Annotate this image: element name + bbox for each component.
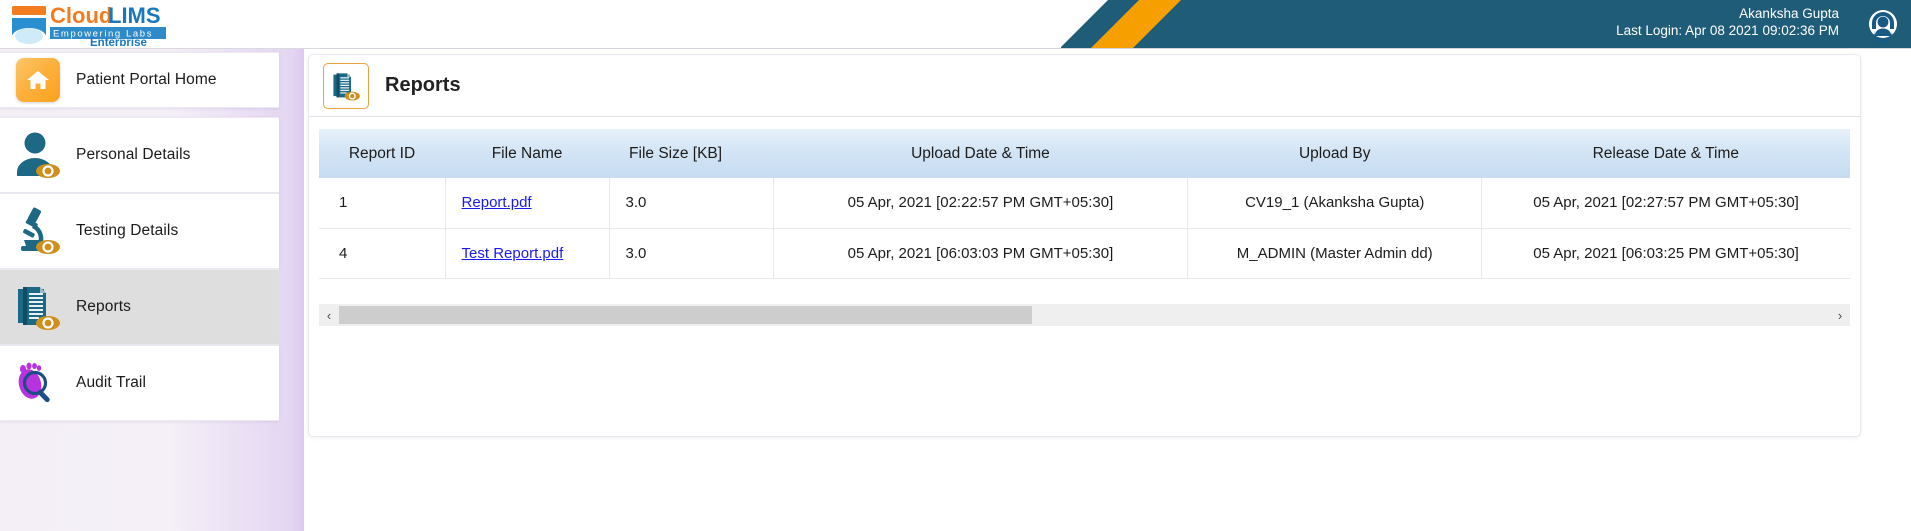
sidebar-item-label: Patient Portal Home (76, 71, 217, 88)
svg-text:Cloud: Cloud (50, 3, 112, 28)
sidebar-item-personal-details[interactable]: Personal Details (0, 117, 279, 193)
sidebar: Patient Portal Home Personal Details Tes… (0, 49, 304, 531)
scrollbar-track[interactable] (339, 304, 1830, 326)
documents-view-icon (0, 280, 76, 334)
microscope-view-icon (0, 204, 76, 258)
file-download-link[interactable]: Test Report.pdf (462, 245, 564, 262)
footprint-magnifier-icon (0, 356, 76, 410)
table-header-row: Report ID File Name File Size [KB] Uploa… (319, 129, 1850, 178)
reports-panel: Reports Report ID File Name File Size [K… (308, 54, 1861, 437)
col-report-id[interactable]: Report ID (319, 129, 446, 178)
sidebar-item-audit-trail[interactable]: Audit Trail (0, 345, 279, 421)
sidebar-item-reports[interactable]: Reports (0, 269, 279, 345)
col-release-datetime[interactable]: Release Date & Time (1481, 129, 1850, 178)
scroll-right-arrow[interactable]: › (1830, 304, 1850, 326)
page-body: Patient Portal Home Personal Details Tes… (0, 49, 1911, 531)
user-name: Akanksha Gupta (1739, 6, 1839, 21)
headset-icon[interactable] (1863, 4, 1903, 44)
svg-text:LIMS: LIMS (108, 3, 161, 28)
reports-table: Report ID File Name File Size [KB] Uploa… (319, 129, 1850, 279)
top-header-bar: Cloud LIMS Empowering Labs Enterprise Ak… (0, 0, 1911, 49)
file-download-link[interactable]: Report.pdf (462, 194, 532, 211)
col-file-name[interactable]: File Name (445, 129, 610, 178)
cell-report-id: 4 (319, 228, 446, 279)
scroll-left-arrow[interactable]: ‹ (319, 304, 339, 326)
sidebar-item-label: Personal Details (76, 146, 191, 163)
table-row[interactable]: 1 Report.pdf 3.0 05 Apr, 2021 [02:22:57 … (319, 178, 1850, 229)
cell-file-name: Test Report.pdf (445, 228, 610, 279)
cell-file-size: 3.0 (609, 228, 774, 279)
home-icon (0, 58, 76, 102)
cell-file-size: 3.0 (609, 178, 774, 229)
sidebar-item-testing-details[interactable]: Testing Details (0, 193, 279, 269)
last-login-text: Last Login: Apr 08 2021 09:02:36 PM (1616, 23, 1839, 38)
sidebar-item-label: Reports (76, 298, 131, 315)
table-body: 1 Report.pdf 3.0 05 Apr, 2021 [02:22:57 … (319, 178, 1850, 279)
cell-report-id: 1 (319, 178, 446, 229)
panel-header: Reports (309, 55, 1860, 117)
cell-release-datetime: 05 Apr, 2021 [02:27:57 PM GMT+05:30] (1481, 178, 1850, 229)
col-upload-by[interactable]: Upload By (1187, 129, 1482, 178)
reports-table-container: Report ID File Name File Size [KB] Uploa… (309, 117, 1860, 279)
table-horizontal-scrollbar[interactable]: ‹ › (319, 304, 1850, 326)
sidebar-item-label: Audit Trail (76, 374, 147, 391)
sidebar-item-patient-portal-home[interactable]: Patient Portal Home (0, 52, 279, 108)
col-file-size[interactable]: File Size [KB] (609, 129, 774, 178)
cell-upload-datetime: 05 Apr, 2021 [06:03:03 PM GMT+05:30] (773, 228, 1189, 279)
header-orange-stripe (1091, 0, 1181, 48)
sidebar-item-label: Testing Details (76, 222, 179, 239)
header-divider (0, 48, 1911, 49)
cloudlims-logo[interactable]: Cloud LIMS Empowering Labs Enterprise (8, 2, 258, 49)
cell-upload-by: CV19_1 (Akanksha Gupta) (1187, 178, 1483, 229)
svg-text:Enterprise: Enterprise (90, 37, 147, 46)
cell-release-datetime: 05 Apr, 2021 [06:03:25 PM GMT+05:30] (1481, 228, 1850, 279)
user-info-block: Akanksha Gupta Last Login: Apr 08 2021 0… (1616, 5, 1839, 39)
cell-upload-datetime: 05 Apr, 2021 [02:22:57 PM GMT+05:30] (773, 178, 1189, 229)
col-upload-datetime[interactable]: Upload Date & Time (773, 129, 1188, 178)
table-row[interactable]: 4 Test Report.pdf 3.0 05 Apr, 2021 [06:0… (319, 228, 1850, 279)
cell-file-name: Report.pdf (445, 178, 610, 229)
documents-view-icon (323, 62, 369, 109)
person-view-icon (0, 128, 76, 182)
page-title: Reports (385, 74, 461, 96)
cell-upload-by: M_ADMIN (Master Admin dd) (1187, 228, 1483, 279)
main-content: Reports Report ID File Name File Size [K… (304, 49, 1911, 531)
scrollbar-thumb[interactable] (339, 306, 1032, 324)
